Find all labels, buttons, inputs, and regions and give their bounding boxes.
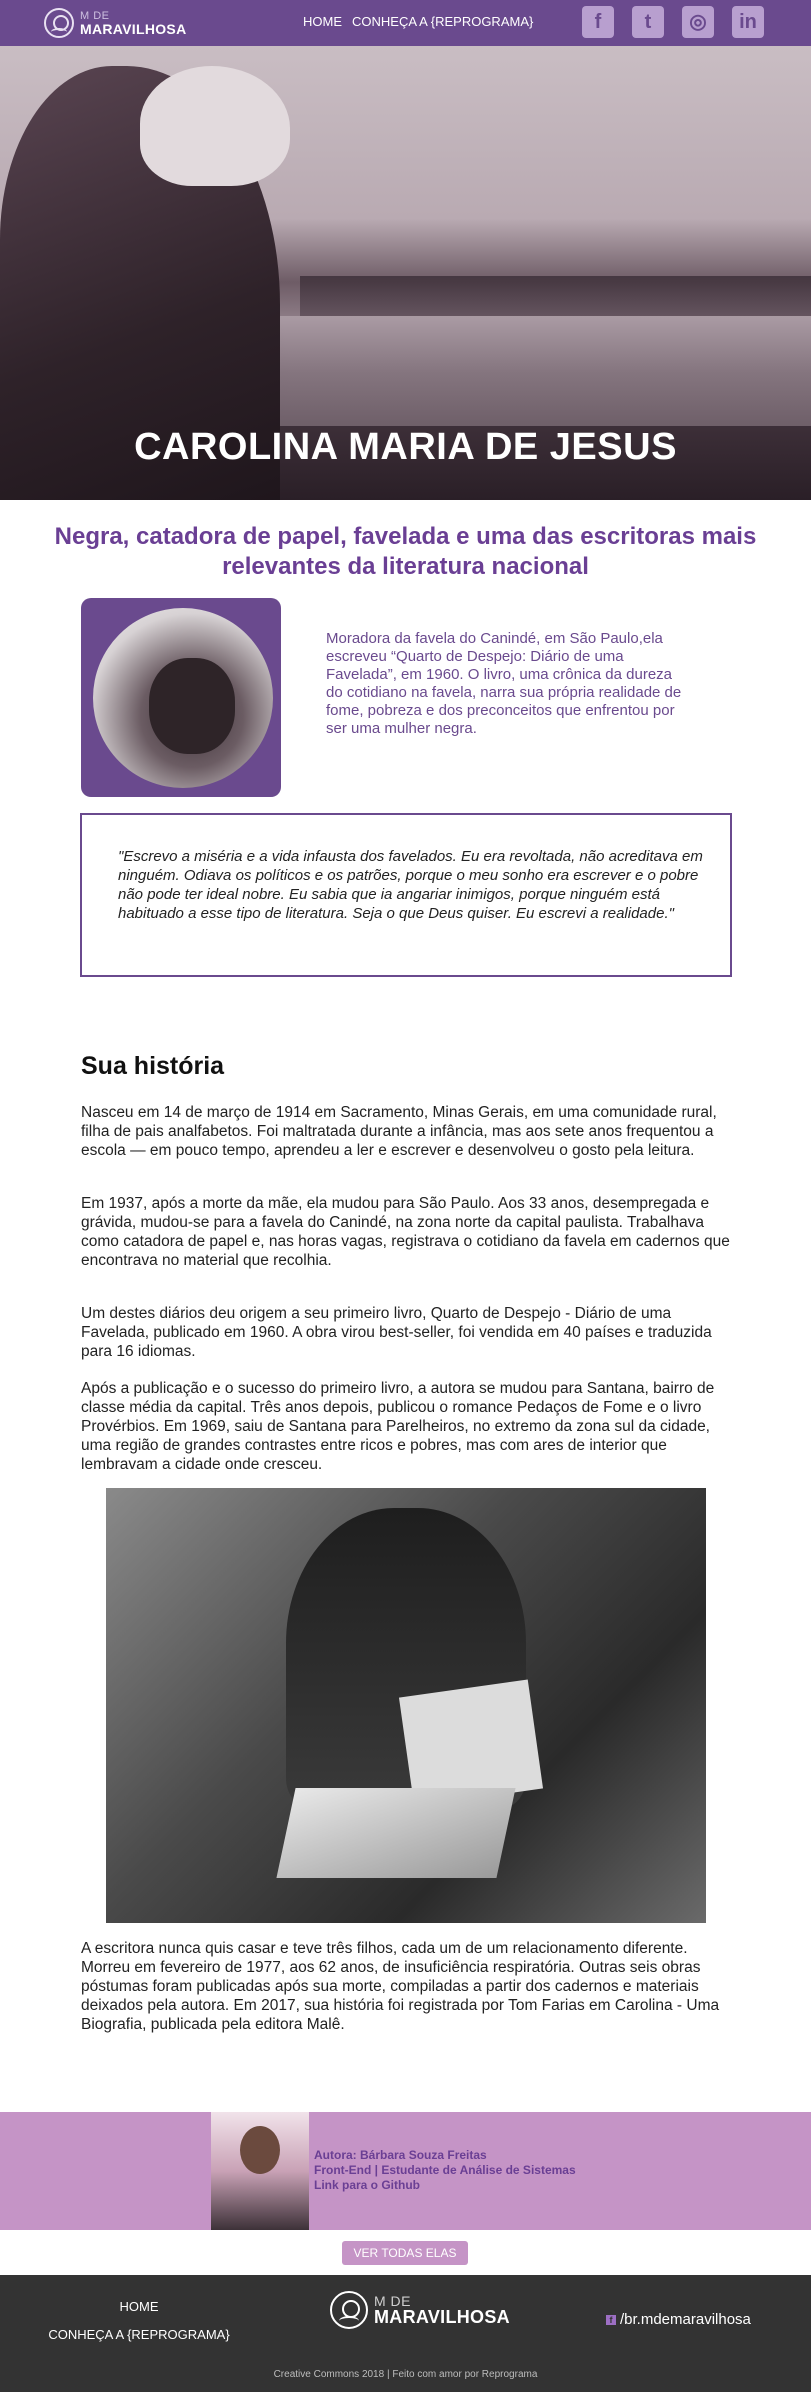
history-paragraph: Nasceu em 14 de março de 1914 em Sacrame… bbox=[81, 1104, 717, 1159]
portrait-image bbox=[93, 608, 273, 788]
footer-logo-small-text: M DE bbox=[374, 2293, 411, 2309]
history-title: Sua história bbox=[81, 1052, 225, 1080]
footer-logo-big-text: MARAVILHOSA bbox=[374, 2307, 510, 2327]
footer-links: HOME CONHEÇA A {REPROGRAMA} bbox=[0, 2293, 278, 2349]
portrait-frame bbox=[81, 598, 281, 797]
site-logo[interactable]: M DE MARAVILHOSA bbox=[44, 4, 186, 42]
hero-water bbox=[280, 316, 811, 426]
social-icons: f t ◎ in bbox=[582, 6, 764, 38]
nav-link-home[interactable]: HOME bbox=[303, 14, 342, 29]
facebook-icon[interactable]: f bbox=[582, 6, 614, 38]
hero-title: CAROLINA MARIA DE JESUS bbox=[134, 426, 677, 468]
nav-link-reprograma[interactable]: CONHEÇA A {REPROGRAMA} bbox=[352, 14, 533, 29]
logo-small-text: M DE bbox=[80, 9, 110, 22]
see-all-button[interactable]: VER TODAS ELAS bbox=[342, 2241, 468, 2265]
author-role: Front-End | Estudante de Análise de Sist… bbox=[314, 2163, 576, 2177]
quote-text: "Escrevo a miséria e a vida infausta dos… bbox=[118, 848, 703, 922]
author-name: Autora: Bárbara Souza Freitas bbox=[314, 2148, 487, 2162]
footer-link-reprograma[interactable]: CONHEÇA A {REPROGRAMA} bbox=[0, 2321, 278, 2349]
footer-logo-text: M DE MARAVILHOSA bbox=[374, 2294, 510, 2326]
footer-credit: Creative Commons 2018 | Feito com amor p… bbox=[273, 2369, 538, 2380]
history-paragraph: Em 1937, após a morte da mãe, ela mudou … bbox=[81, 1195, 730, 1269]
github-link[interactable]: Link para o Github bbox=[314, 2178, 576, 2193]
portrait-face bbox=[149, 658, 235, 754]
instagram-icon[interactable]: ◎ bbox=[682, 6, 714, 38]
author-bar: Autora: Bárbara Souza Freitas Front-End … bbox=[0, 2112, 811, 2230]
footer-logo[interactable]: M DE MARAVILHOSA bbox=[330, 2291, 510, 2329]
intro-text: Moradora da favela do Canindé, em São Pa… bbox=[326, 630, 682, 737]
top-navbar: M DE MARAVILHOSA HOME CONHEÇA A {REPROGR… bbox=[0, 0, 811, 46]
hero-banner: CAROLINA MARIA DE JESUS bbox=[0, 46, 811, 500]
hero-headscarf bbox=[140, 66, 290, 186]
page-subtitle: Negra, catadora de papel, favelada e uma… bbox=[54, 523, 757, 580]
footer-link-home[interactable]: HOME bbox=[0, 2293, 278, 2321]
author-info: Autora: Bárbara Souza Freitas Front-End … bbox=[314, 2148, 576, 2193]
quote-box: "Escrevo a miséria e a vida infausta dos… bbox=[80, 813, 732, 977]
facebook-icon: f bbox=[606, 2314, 616, 2325]
twitter-icon[interactable]: t bbox=[632, 6, 664, 38]
history-paragraph: Após a publicação e o sucesso do primeir… bbox=[81, 1380, 715, 1473]
footer: HOME CONHEÇA A {REPROGRAMA} M DE MARAVIL… bbox=[0, 2275, 811, 2392]
logo-woman-icon bbox=[44, 8, 74, 38]
nav-links: HOME CONHEÇA A {REPROGRAMA} bbox=[303, 14, 533, 29]
footer-social-handle: /br.mdemaravilhosa bbox=[620, 2311, 751, 2328]
logo-big-text: MARAVILHOSA bbox=[80, 20, 187, 37]
linkedin-icon[interactable]: in bbox=[732, 6, 764, 38]
hero-horizon bbox=[300, 276, 811, 316]
author-avatar bbox=[211, 2112, 309, 2230]
history-paragraph: Um destes diários deu origem a seu prime… bbox=[81, 1305, 712, 1360]
logo-text: M DE MARAVILHOSA bbox=[80, 9, 187, 37]
history-paragraph: A escritora nunca quis casar e teve três… bbox=[81, 1940, 720, 2033]
footer-social-link[interactable]: f /br.mdemaravilhosa bbox=[606, 2311, 751, 2328]
photo-books bbox=[276, 1788, 516, 1878]
book-signing-photo bbox=[106, 1488, 706, 1923]
footer-logo-woman-icon bbox=[330, 2291, 368, 2329]
